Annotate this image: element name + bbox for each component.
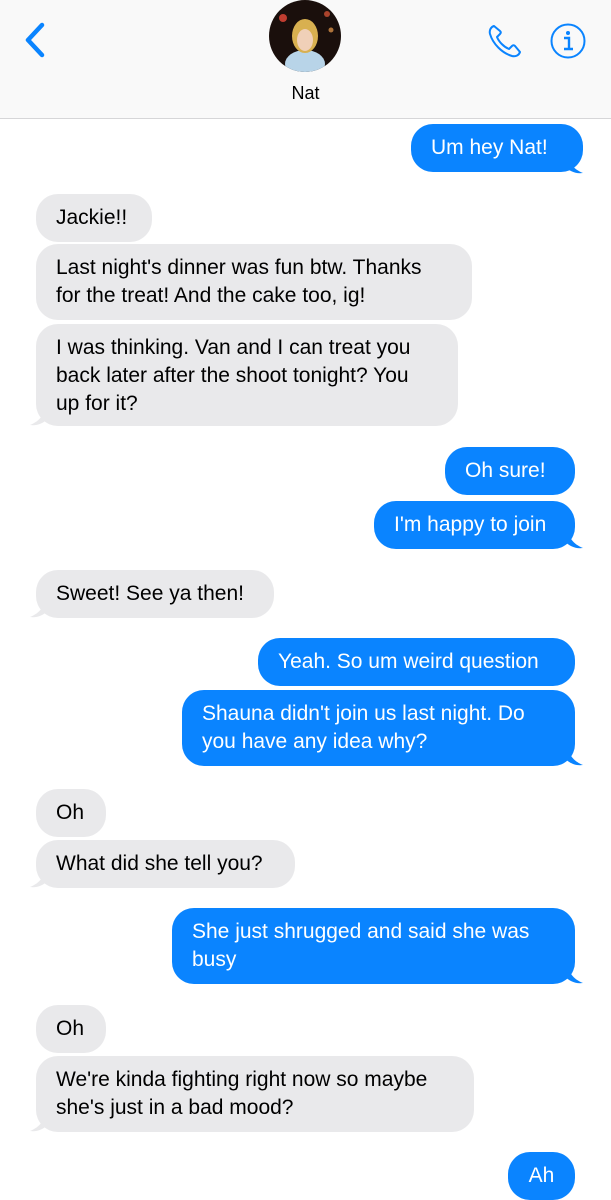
message-bubble-incoming[interactable]: Jackie!! [36,194,152,242]
message-bubble-outgoing[interactable]: Um hey Nat! [411,124,583,172]
bubble-tail-outgoing [565,744,583,766]
message-bubble-incoming[interactable]: We're kinda fighting right now so maybe … [36,1056,474,1132]
contact-name[interactable]: Nat [0,83,611,104]
message-bubble-incoming[interactable]: Oh [36,1005,106,1053]
bubble-tail-outgoing [565,527,583,549]
conversation-header: Nat [0,0,611,119]
message-bubble-incoming[interactable]: What did she tell you? [36,840,295,888]
bubble-tail-incoming [30,866,48,888]
message-bubble-outgoing[interactable]: Yeah. So um weird question [258,638,575,686]
bubble-tail-incoming [30,1110,48,1132]
message-bubble-outgoing[interactable]: She just shrugged and said she was busy [172,908,575,984]
message-bubble-incoming[interactable]: I was thinking. Van and I can treat you … [36,324,458,426]
message-bubble-outgoing[interactable]: Shauna didn't join us last night. Do you… [182,690,575,766]
message-bubble-outgoing[interactable]: I'm happy to join [374,501,575,549]
phone-icon [488,25,521,58]
info-button[interactable] [549,22,587,60]
message-bubble-incoming[interactable]: Oh [36,789,106,837]
message-bubble-outgoing[interactable]: Oh sure! [445,447,575,495]
bubble-tail-outgoing [565,152,583,174]
back-button[interactable] [20,22,50,58]
contact-avatar[interactable] [269,0,341,72]
message-bubble-incoming[interactable]: Last night's dinner was fun btw. Thanks … [36,244,472,320]
message-bubble-incoming[interactable]: Sweet! See ya then! [36,570,274,618]
bubble-tail-outgoing [565,962,583,984]
call-button[interactable] [486,22,524,60]
bubble-tail-incoming [30,404,48,426]
info-icon [550,23,586,59]
chevron-left-icon [25,22,45,58]
message-bubble-outgoing[interactable]: Ah [508,1152,575,1200]
bubble-tail-incoming [30,596,48,618]
